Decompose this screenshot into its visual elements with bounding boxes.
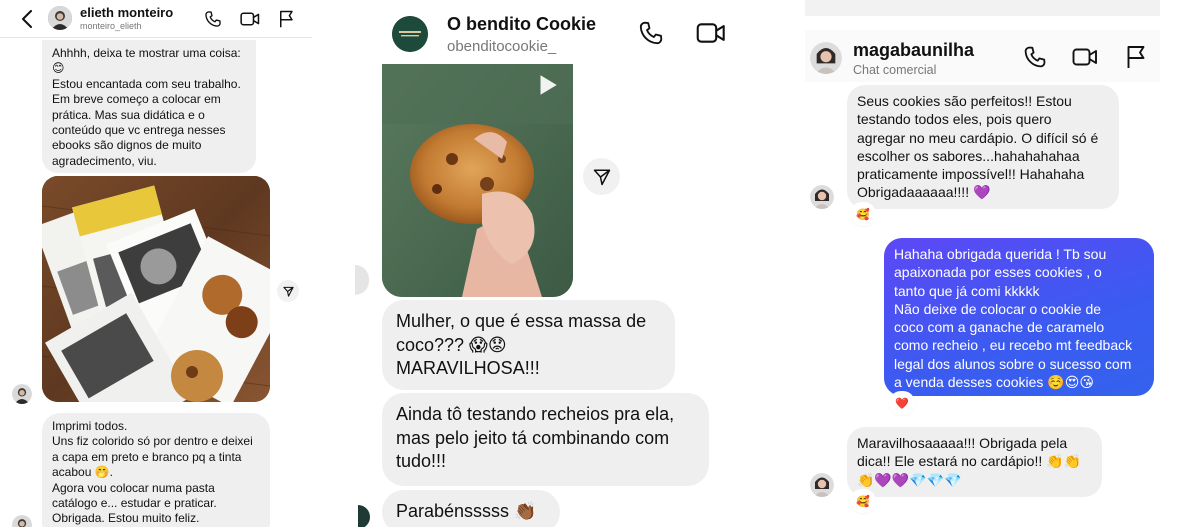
message-bubble[interactable]: Ahhhh, deixa te mostrar uma coisa: 😊 Est…: [42, 40, 256, 173]
video-call-button[interactable]: [240, 9, 260, 29]
video-call-button[interactable]: [695, 19, 727, 47]
message-bubble[interactable]: Hahaha obrigada querida ! Tb sou apaixon…: [884, 238, 1154, 396]
message-bubble[interactable]: Mulher, o que é essa massa de coco??? 😱😟…: [382, 300, 675, 390]
reaction-emoji: 🥰: [856, 207, 870, 221]
share-button[interactable]: [583, 158, 620, 195]
reaction-badge[interactable]: ❤️: [891, 393, 913, 413]
call-button[interactable]: [1022, 44, 1048, 70]
chat-header: magabaunilha Chat comercial: [805, 30, 1160, 82]
avatar[interactable]: [392, 16, 428, 52]
share-button[interactable]: [277, 280, 299, 302]
send-icon: [282, 286, 294, 297]
contact-name[interactable]: O bendito Cookie: [447, 14, 596, 35]
flag-icon: [1127, 46, 1144, 68]
top-strip: [805, 0, 1160, 16]
reaction-emoji: 🥰: [856, 494, 870, 508]
avatar[interactable]: [48, 6, 72, 30]
chat-panel-obendito: O bendito Cookie obenditocookie_ Mulher,…: [360, 0, 735, 527]
avatar[interactable]: [810, 42, 842, 74]
phone-icon: [205, 11, 221, 27]
contact-name[interactable]: magabaunilha: [853, 40, 974, 61]
video-camera-icon: [1072, 48, 1097, 66]
back-button[interactable]: [18, 8, 36, 30]
play-button[interactable]: [534, 72, 560, 98]
back-chevron-icon: [22, 10, 32, 28]
video-camera-icon: [240, 12, 260, 26]
brand-logo: [392, 16, 428, 52]
video-call-button[interactable]: [1071, 44, 1099, 70]
shared-photo[interactable]: [42, 176, 270, 402]
message-bubble[interactable]: Imprimi todos. Uns fiz colorido só por d…: [42, 413, 270, 527]
contact-handle: obenditocookie_: [447, 38, 557, 55]
call-button[interactable]: [637, 19, 665, 47]
contact-name[interactable]: elieth monteiro: [80, 5, 173, 20]
message-bubble[interactable]: Maravilhosaaaaa!!! Obrigada pela dica!! …: [847, 427, 1102, 497]
report-button[interactable]: [1123, 44, 1147, 70]
video-camera-icon: [696, 23, 725, 43]
message-bubble[interactable]: Parabénsssss 👏🏾: [382, 490, 560, 527]
report-button[interactable]: [277, 9, 295, 29]
reaction-badge[interactable]: 🥰: [852, 204, 874, 224]
phone-icon: [1024, 46, 1046, 68]
contact-handle: monteiro_elieth: [80, 21, 142, 31]
play-icon: [540, 75, 557, 95]
call-button[interactable]: [203, 9, 223, 29]
message-bubble[interactable]: Ainda tô testando recheios pra ela, mas …: [382, 393, 709, 486]
send-icon: [593, 169, 610, 185]
chat-header: O bendito Cookie obenditocookie_: [360, 0, 735, 62]
reaction-badge[interactable]: 🥰: [852, 491, 874, 511]
contact-subtitle: Chat comercial: [853, 63, 937, 77]
shared-video[interactable]: [382, 64, 573, 297]
chat-header: elieth monteiro monteiro_elieth: [0, 0, 312, 38]
avatar[interactable]: [810, 185, 834, 209]
flag-icon: [280, 10, 293, 28]
message-bubble[interactable]: Seus cookies são perfeitos!! Estou testa…: [847, 85, 1119, 209]
chat-panel-magabaunilha: magabaunilha Chat comercial Seus cookies…: [805, 0, 1160, 527]
chat-panel-elieth: elieth monteiro monteiro_elieth Ahhhh, d…: [0, 0, 312, 527]
reaction-emoji: ❤️: [895, 396, 909, 410]
avatar[interactable]: [12, 515, 32, 527]
phone-icon: [639, 21, 663, 45]
avatar[interactable]: [810, 473, 834, 497]
avatar[interactable]: [12, 384, 32, 404]
